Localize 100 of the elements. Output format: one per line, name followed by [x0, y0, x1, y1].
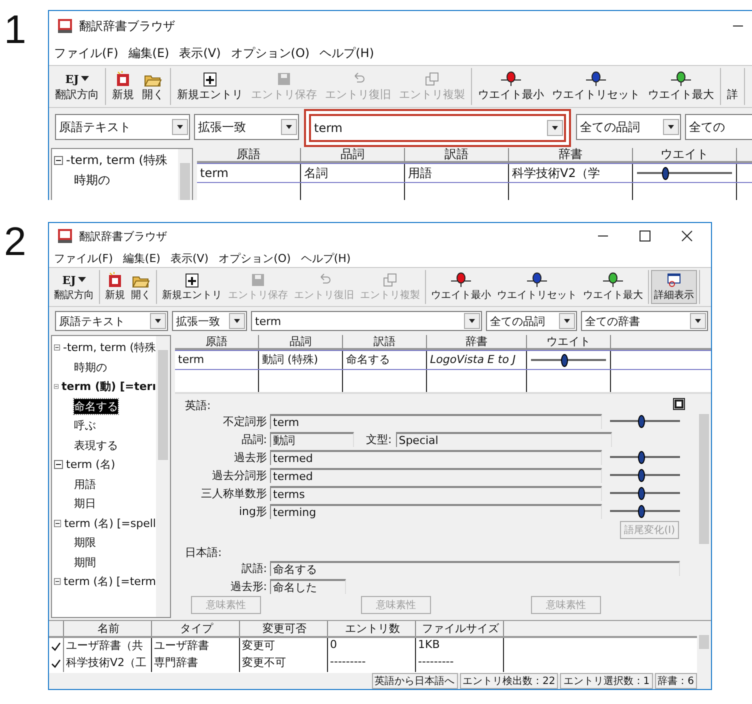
tree-item[interactable]: term (名) [=spell: [52, 514, 156, 533]
text-field[interactable]: 命名した: [270, 578, 346, 594]
collapse-icon[interactable]: [54, 156, 63, 166]
tree-item[interactable]: term (動) [=terı: [52, 377, 156, 396]
column-header[interactable]: 名前: [64, 621, 152, 636]
slider-thumb[interactable]: [560, 354, 568, 366]
slider-thumb[interactable]: [638, 414, 644, 428]
toolbar-button[interactable]: ウエイト最小: [428, 270, 494, 304]
toolbar-button[interactable]: 開く: [138, 68, 168, 105]
column-header[interactable]: 原語: [175, 335, 259, 350]
column-header[interactable]: ファイルサイズ: [416, 621, 504, 636]
add-document-icon: [184, 272, 200, 288]
toolbar-button[interactable]: 新規エントリ: [173, 68, 247, 105]
document-icon: [107, 272, 123, 288]
menu-item[interactable]: 編集(E): [123, 44, 174, 62]
column-header[interactable]: ウエイト: [527, 335, 611, 350]
column-header[interactable]: 辞書: [427, 335, 527, 350]
column-header[interactable]: タイプ: [152, 621, 240, 636]
dropdown[interactable]: 原語テキスト: [55, 114, 190, 140]
restore-icon[interactable]: [673, 398, 685, 410]
tree-item[interactable]: 時期の: [72, 170, 178, 190]
menu-item[interactable]: 表示(V): [165, 250, 214, 266]
column-header[interactable]: 辞書: [509, 148, 633, 163]
collapse-icon[interactable]: [54, 518, 62, 528]
column-header[interactable]: 変更可否: [240, 621, 328, 636]
toolbar-button[interactable]: 開く: [128, 270, 154, 304]
dropdown[interactable]: term: [251, 311, 482, 331]
dropdown[interactable]: 拡張一致: [194, 114, 299, 140]
tree-item[interactable]: -term, term (特殊: [52, 338, 156, 358]
slider-thumb[interactable]: [638, 504, 644, 518]
toolbar-button[interactable]: EJ 翻訳方向: [51, 68, 103, 105]
check-icon[interactable]: [51, 658, 61, 668]
tree-item[interactable]: term (名) [=term: [52, 572, 156, 592]
text-field[interactable]: 命名する: [270, 560, 680, 576]
toolbar-button[interactable]: ウエイト最小: [474, 68, 548, 105]
column-header[interactable]: ウエイト: [633, 148, 737, 163]
save-icon: [276, 71, 292, 87]
dropdown[interactable]: 原語テキスト: [55, 311, 168, 331]
menu-item[interactable]: ヘルプ(H): [314, 44, 379, 62]
toolbar-button[interactable]: ウエイトリセット: [494, 270, 580, 304]
text-field[interactable]: terming: [270, 504, 602, 518]
column-header[interactable]: 品詞: [259, 335, 343, 350]
tree-item[interactable]: 用語: [72, 474, 156, 494]
tree-item[interactable]: -term, term (特殊: [52, 151, 178, 170]
pin-icon: [450, 272, 472, 288]
column-header[interactable]: 品詞: [301, 148, 405, 163]
column-header[interactable]: エントリ数: [328, 621, 416, 636]
check-icon[interactable]: [51, 642, 61, 652]
tree-item[interactable]: 呼ぶ: [72, 416, 156, 436]
toolbar-button[interactable]: 新規: [108, 68, 138, 105]
tree-item[interactable]: 命名する: [72, 396, 156, 416]
column-header[interactable]: 訳語: [343, 335, 427, 350]
tree-item[interactable]: 期日: [72, 494, 156, 514]
text-field[interactable]: 動詞: [270, 432, 354, 446]
text-field[interactable]: Special: [396, 432, 612, 446]
text-field[interactable]: terms: [270, 486, 602, 500]
menu-item[interactable]: ヘルプ(H): [296, 250, 356, 266]
slider-thumb[interactable]: [638, 468, 644, 482]
toolbar-button[interactable]: 新規エントリ: [159, 270, 225, 304]
menu-item[interactable]: 編集(E): [118, 250, 166, 266]
text-field[interactable]: termed: [270, 450, 602, 464]
toolbar-button[interactable]: ウエイト最大: [580, 270, 646, 304]
tree-item[interactable]: 期限: [72, 533, 156, 552]
status-text: 英語から日本語へ: [372, 673, 458, 689]
menu-item[interactable]: ファイル(F): [49, 250, 118, 266]
menu-item[interactable]: 表示(V): [174, 44, 226, 62]
tree-item[interactable]: 時期の: [72, 358, 156, 377]
text-field[interactable]: term: [270, 414, 602, 428]
toolbar-button[interactable]: 詳: [723, 68, 742, 105]
tree-item[interactable]: 期間: [72, 552, 156, 572]
text-field[interactable]: termed: [270, 468, 602, 482]
slider-thumb[interactable]: [662, 166, 668, 180]
dropdown[interactable]: 拡張一致: [172, 311, 247, 331]
tree-item[interactable]: 表現する: [72, 436, 156, 455]
dropdown[interactable]: 全ての: [685, 114, 752, 140]
toolbar-button[interactable]: EJ 翻訳方向: [51, 270, 97, 304]
menu-item[interactable]: オプション(O): [226, 44, 315, 62]
collapse-icon[interactable]: [54, 460, 63, 470]
dropdown[interactable]: 全ての辞書: [581, 311, 708, 331]
step-number: 2: [3, 222, 28, 266]
menu-item[interactable]: オプション(O): [214, 250, 296, 266]
scrollbar[interactable]: [697, 621, 711, 673]
maximize-icon[interactable]: [639, 230, 651, 242]
slider-thumb[interactable]: [638, 486, 644, 500]
field-label: 不定詞形: [222, 414, 268, 428]
column-header[interactable]: 原語: [197, 148, 301, 163]
toolbar-button[interactable]: ウエイトリセット: [548, 68, 644, 105]
toolbar-button[interactable]: 新規: [102, 270, 128, 304]
slider-thumb[interactable]: [638, 450, 644, 464]
dropdown[interactable]: 全ての品詞: [576, 114, 681, 140]
scrollbar[interactable]: [156, 336, 170, 617]
menu-item[interactable]: ファイル(F): [49, 44, 124, 62]
dropdown[interactable]: 全ての品詞: [486, 311, 577, 331]
close-icon[interactable]: [681, 230, 693, 242]
toolbar-button[interactable]: 詳細表示: [651, 270, 697, 304]
scrollbar[interactable]: [178, 149, 192, 200]
toolbar-button[interactable]: ウエイト最大: [644, 68, 718, 105]
tree-item[interactable]: term (名): [52, 455, 156, 474]
column-header[interactable]: 訳語: [405, 148, 509, 163]
collapse-icon[interactable]: [54, 577, 61, 586]
